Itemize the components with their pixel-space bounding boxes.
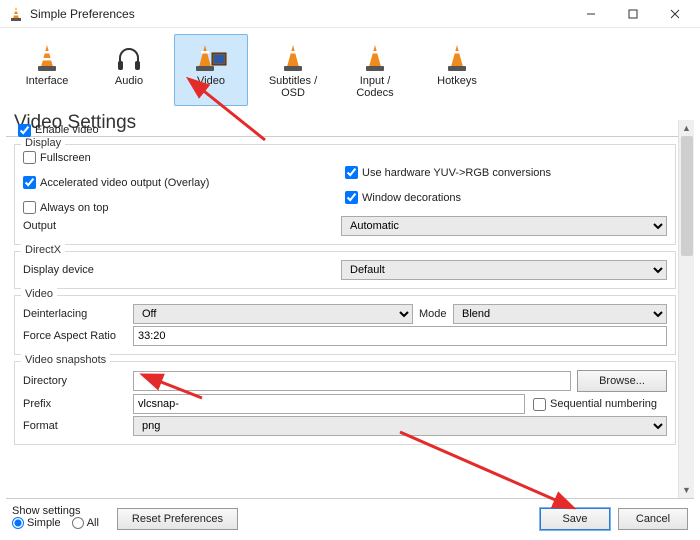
tab-interface[interactable]: Interface	[10, 34, 84, 106]
show-all-radio[interactable]: All	[72, 517, 99, 529]
show-settings-label: Show settings	[12, 505, 107, 517]
save-button[interactable]: Save	[540, 508, 610, 530]
tab-interface-label: Interface	[13, 75, 81, 87]
tab-input-label: Input / Codecs	[341, 75, 409, 99]
directory-input[interactable]	[133, 371, 571, 391]
close-button[interactable]	[654, 2, 696, 26]
sequential-numbering-checkbox[interactable]: Sequential numbering	[533, 398, 657, 411]
mode-label: Mode	[413, 308, 453, 320]
tab-video-label: Video	[177, 75, 245, 87]
prefix-label: Prefix	[23, 398, 133, 410]
interface-icon	[13, 39, 81, 73]
enable-video-row: Enable video	[6, 120, 694, 140]
category-tabs: Interface Audio Video Subtitles / OSD In…	[0, 30, 700, 108]
output-select[interactable]: Automatic	[341, 216, 667, 236]
maximize-button[interactable]	[612, 2, 654, 26]
yuv-rgb-checkbox[interactable]: Use hardware YUV->RGB conversions	[345, 166, 667, 179]
window-title: Simple Preferences	[30, 7, 570, 21]
scroll-down-icon[interactable]: ▼	[679, 482, 694, 498]
scroll-up-icon[interactable]: ▲	[679, 120, 694, 136]
accelerated-output-checkbox[interactable]: Accelerated video output (Overlay)	[23, 176, 345, 189]
output-label: Output	[23, 220, 341, 232]
prefix-input[interactable]	[133, 394, 525, 414]
enable-video-checkbox[interactable]: Enable video	[18, 124, 99, 137]
reset-preferences-button[interactable]: Reset Preferences	[117, 508, 238, 530]
titlebar: Simple Preferences	[0, 0, 700, 28]
input-icon	[341, 39, 409, 73]
always-on-top-checkbox[interactable]: Always on top	[23, 201, 345, 214]
directx-group: DirectX Display device Default	[14, 251, 676, 289]
video-icon	[177, 39, 245, 73]
video-group: Video Deinterlacing Off Mode Blend Force…	[14, 295, 676, 355]
snapshots-group: Video snapshots Directory Browse... Pref…	[14, 361, 676, 445]
cancel-button[interactable]: Cancel	[618, 508, 688, 530]
tab-audio[interactable]: Audio	[92, 34, 166, 106]
deinterlacing-label: Deinterlacing	[23, 308, 133, 320]
browse-button[interactable]: Browse...	[577, 370, 667, 392]
enable-video-label: Enable video	[35, 124, 99, 136]
tab-input-codecs[interactable]: Input / Codecs	[338, 34, 412, 106]
force-aspect-ratio-input[interactable]	[133, 326, 667, 346]
display-device-label: Display device	[23, 264, 341, 276]
footer: Show settings Simple All Reset Preferenc…	[6, 498, 694, 538]
window-decorations-checkbox[interactable]: Window decorations	[345, 191, 667, 204]
mode-select[interactable]: Blend	[453, 304, 667, 324]
fullscreen-checkbox[interactable]: Fullscreen	[23, 151, 345, 164]
tab-hotkeys-label: Hotkeys	[423, 75, 491, 87]
app-icon	[8, 6, 24, 22]
tab-subtitles[interactable]: Subtitles / OSD	[256, 34, 330, 106]
display-group: Display Fullscreen Accelerated video out…	[14, 144, 676, 245]
display-device-select[interactable]: Default	[341, 260, 667, 280]
subtitles-icon	[259, 39, 327, 73]
display-group-legend: Display	[21, 137, 65, 149]
directory-label: Directory	[23, 375, 133, 387]
format-label: Format	[23, 420, 133, 432]
tab-subtitles-label: Subtitles / OSD	[259, 75, 327, 99]
tab-audio-label: Audio	[95, 75, 163, 87]
snapshots-group-legend: Video snapshots	[21, 354, 110, 366]
format-select[interactable]: png	[133, 416, 667, 436]
scroll-thumb[interactable]	[681, 136, 693, 256]
show-simple-radio[interactable]: Simple	[12, 517, 61, 529]
deinterlacing-select[interactable]: Off	[133, 304, 413, 324]
tab-hotkeys[interactable]: Hotkeys	[420, 34, 494, 106]
video-group-legend: Video	[21, 288, 57, 300]
force-aspect-ratio-label: Force Aspect Ratio	[23, 330, 133, 342]
hotkeys-icon	[423, 39, 491, 73]
tab-video[interactable]: Video	[174, 34, 248, 106]
headphones-icon	[95, 39, 163, 73]
directx-group-legend: DirectX	[21, 244, 65, 256]
settings-scroll-area: Enable video Display Fullscreen Accelera…	[6, 120, 694, 498]
minimize-button[interactable]	[570, 2, 612, 26]
vertical-scrollbar[interactable]: ▲ ▼	[678, 120, 694, 498]
